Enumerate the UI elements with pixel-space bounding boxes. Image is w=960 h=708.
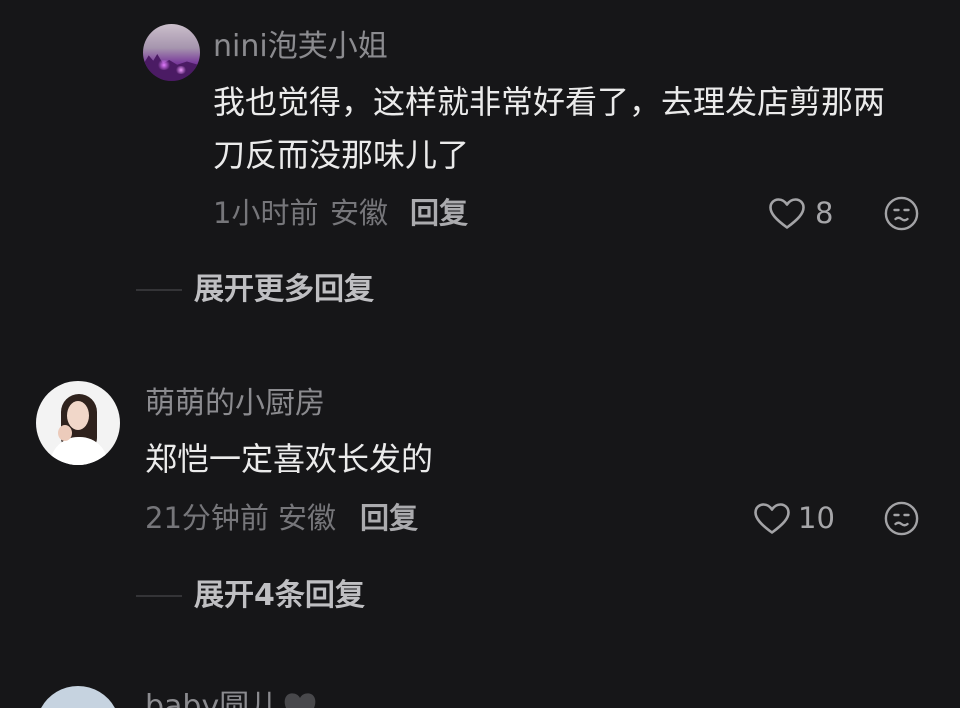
reply-button[interactable]: 回复 (360, 498, 418, 538)
like-count: 8 (815, 196, 834, 230)
user-avatar[interactable] (143, 24, 200, 81)
heart-outline-shape (769, 198, 805, 229)
comment-username[interactable]: baby圆儿 (145, 686, 285, 708)
comment-time: 21分钟前 (145, 501, 269, 535)
expand-divider (136, 289, 182, 291)
heart-outline-icon[interactable] (768, 197, 806, 230)
avatar-photo-body (50, 437, 108, 465)
black-heart-shape (284, 693, 316, 708)
avatar-photo-silhouette (143, 54, 200, 81)
comment-text[interactable]: 我也觉得，这样就非常好看了，去理发店剪那两刀反而没那味儿了 (213, 76, 913, 182)
comment-username[interactable]: nini泡芙小姐 (213, 27, 388, 67)
black-heart-icon (284, 693, 316, 708)
neutral-face-icon[interactable] (884, 501, 919, 536)
expand-replies-button[interactable]: 展开更多回复 (194, 270, 374, 310)
reply-button[interactable]: 回复 (410, 193, 468, 233)
heart-outline-shape (754, 503, 790, 534)
user-avatar[interactable] (36, 381, 120, 465)
comment-username[interactable]: 萌萌的小厨房 (145, 384, 325, 424)
avatar-photo-light (157, 60, 171, 70)
face-outline (884, 196, 919, 231)
avatar-photo-face (67, 401, 89, 430)
expand-replies-button[interactable]: 展开4条回复 (194, 576, 365, 616)
avatar-photo-light (175, 66, 187, 74)
face-outline (884, 501, 919, 536)
avatar-photo (41, 686, 115, 708)
neutral-face-icon[interactable] (884, 196, 919, 231)
expand-divider (136, 595, 182, 597)
comment-location: 安徽 (330, 196, 389, 230)
like-count: 10 (798, 501, 835, 535)
face-mouth (894, 216, 909, 222)
avatar-photo-hand (58, 425, 72, 441)
comment-time: 1小时前 (213, 196, 319, 230)
user-avatar[interactable] (36, 686, 120, 708)
heart-outline-icon[interactable] (753, 502, 791, 535)
comment-location: 安徽 (278, 501, 337, 535)
face-mouth (894, 521, 909, 527)
comment-text[interactable]: 郑恺一定喜欢长发的 (145, 433, 845, 486)
